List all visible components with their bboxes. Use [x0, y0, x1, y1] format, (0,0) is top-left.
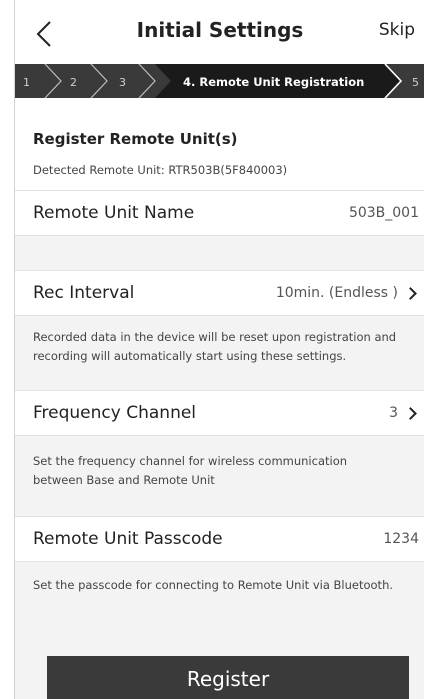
frequency-channel-label: Frequency Channel [33, 403, 197, 423]
remote-unit-name-label: Remote Unit Name [33, 203, 195, 223]
section-title: Register Remote Unit(s) [33, 130, 238, 148]
step-progress-bar: 1 2 3 4. Remote Unit Registration 5 [15, 64, 424, 98]
remote-unit-passcode-label: Remote Unit Passcode [33, 529, 223, 549]
rec-interval-note-line1: Recorded data in the device will be rese… [33, 330, 397, 344]
frequency-channel-note-line2: between Base and Remote Unit [33, 473, 215, 487]
chevron-right-icon [404, 406, 417, 420]
app-frame: Initial Settings Skip 1 2 3 4. Remote Un… [14, 0, 424, 699]
chevron-left-icon [36, 21, 51, 47]
frequency-channel-value: 3 [389, 405, 398, 421]
rec-interval-note-bg: Recorded data in the device will be rese… [15, 316, 424, 390]
remote-unit-passcode-row[interactable]: Remote Unit Passcode 1234 [15, 516, 424, 562]
remote-unit-name-row[interactable]: Remote Unit Name 503B_001 [15, 190, 424, 236]
chevron-right-icon [404, 286, 417, 300]
frequency-channel-row[interactable]: Frequency Channel 3 [15, 390, 424, 436]
skip-button[interactable]: Skip [379, 20, 415, 40]
passcode-note-line1: Set the passcode for connecting to Remot… [33, 578, 394, 592]
remote-unit-passcode-value: 1234 [383, 531, 419, 547]
rec-interval-row[interactable]: Rec Interval 10min. (Endless ) [15, 270, 424, 316]
step-2: 2 [70, 76, 77, 89]
step-3: 3 [119, 76, 126, 89]
step-5: 5 [412, 76, 419, 89]
frequency-channel-note-bg: Set the frequency channel for wireless c… [15, 436, 424, 516]
step-1: 1 [23, 76, 30, 89]
page-title: Initial Settings [136, 18, 304, 42]
rec-interval-label: Rec Interval [33, 283, 135, 303]
frequency-channel-value-wrap: 3 [389, 405, 419, 421]
header: Initial Settings Skip [15, 0, 424, 66]
frequency-channel-note-line1: Set the frequency channel for wireless c… [33, 454, 348, 468]
rec-interval-note-line2: recording will automatically start using… [33, 349, 347, 363]
detected-remote-unit: Detected Remote Unit: RTR503B(5F840003) [33, 163, 288, 177]
back-button[interactable] [31, 14, 57, 54]
spacer [15, 236, 424, 270]
rec-interval-value-wrap: 10min. (Endless ) [276, 285, 419, 301]
step-4: 4. Remote Unit Registration [183, 75, 364, 89]
register-button[interactable]: Register [47, 656, 409, 699]
remote-unit-name-value: 503B_001 [348, 205, 419, 221]
rec-interval-value: 10min. (Endless ) [275, 285, 398, 301]
